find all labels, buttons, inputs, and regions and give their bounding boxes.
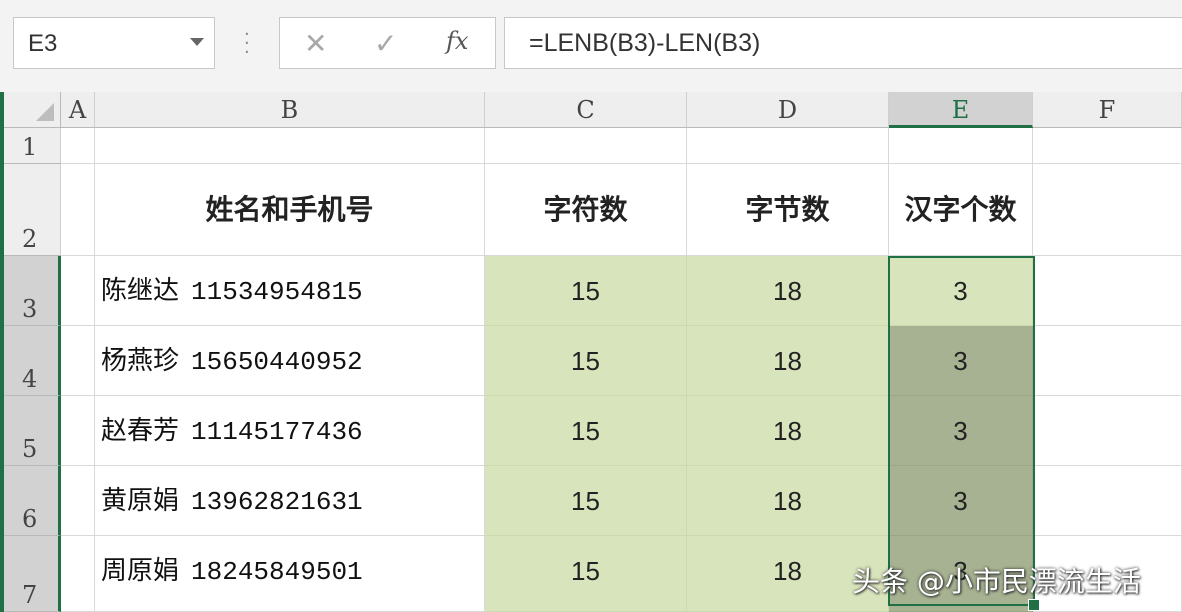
row-number: 4 xyxy=(22,365,38,393)
cell[interactable] xyxy=(95,128,485,164)
grip-icon: · · · xyxy=(244,24,250,63)
row-number: 5 xyxy=(22,435,38,463)
row-number: 3 xyxy=(22,295,38,323)
name-phone-cell[interactable]: 周原娟 18245849501 xyxy=(95,536,485,612)
header-cell-hanzi[interactable]: 汉字个数 xyxy=(889,164,1033,256)
column-header-f[interactable]: F xyxy=(1033,92,1182,128)
formula-bar: E3 · · · ✕ ✓ fx =LENB(B3)-LEN(B3) xyxy=(0,0,1182,93)
hanzi-count-cell[interactable]: 3 xyxy=(889,326,1033,396)
formula-input[interactable]: =LENB(B3)-LEN(B3) xyxy=(504,17,1182,69)
cell[interactable] xyxy=(61,326,95,396)
name-phone-cell[interactable]: 杨燕珍 15650440952 xyxy=(95,326,485,396)
select-all-icon xyxy=(36,103,54,121)
byte-count-cell[interactable]: 18 xyxy=(687,466,889,536)
hanzi-count-cell[interactable]: 3 xyxy=(889,466,1033,536)
name-phone-cell[interactable]: 黄原娟 13962821631 xyxy=(95,466,485,536)
cell[interactable] xyxy=(61,396,95,466)
name-box-value: E3 xyxy=(28,30,58,57)
byte-count-cell[interactable]: 18 xyxy=(687,256,889,326)
column-header-a[interactable]: A xyxy=(61,92,95,128)
cell[interactable] xyxy=(687,128,889,164)
spreadsheet-grid: A B C D E F 1 2 3 4 5 6 7 姓名和手机号 字符数 字节数… xyxy=(0,92,1182,612)
phone-number: 13962821631 xyxy=(191,487,363,517)
name-phone-cell[interactable]: 陈继达 11534954815 xyxy=(95,256,485,326)
name-box[interactable]: E3 xyxy=(13,17,215,69)
chevron-down-icon[interactable] xyxy=(190,38,204,46)
column-header-c[interactable]: C xyxy=(485,92,687,128)
person-name: 陈继达 xyxy=(101,276,180,306)
header-cell-bytes[interactable]: 字节数 xyxy=(687,164,889,256)
row-header-1[interactable]: 1 xyxy=(4,128,61,164)
fill-handle[interactable] xyxy=(1028,599,1040,611)
insert-function-icon[interactable]: fx xyxy=(446,27,468,55)
cell[interactable] xyxy=(61,256,95,326)
cell[interactable] xyxy=(1033,164,1182,256)
row-number: 6 xyxy=(22,505,38,533)
person-name: 周原娟 xyxy=(101,556,180,586)
name-phone-cell[interactable]: 赵春芳 11145177436 xyxy=(95,396,485,466)
cell[interactable] xyxy=(61,466,95,536)
row-header-2[interactable]: 2 xyxy=(4,164,61,256)
cell[interactable] xyxy=(1033,128,1182,164)
row-header-5[interactable]: 5 xyxy=(4,396,61,466)
row-header-6[interactable]: 6 xyxy=(4,466,61,536)
char-count-cell[interactable]: 15 xyxy=(485,256,687,326)
formula-text: =LENB(B3)-LEN(B3) xyxy=(529,29,761,57)
column-header-b[interactable]: B xyxy=(95,92,485,128)
phone-number: 11534954815 xyxy=(191,277,363,307)
cell[interactable] xyxy=(1033,396,1182,466)
cell[interactable] xyxy=(485,128,687,164)
cell[interactable] xyxy=(61,128,95,164)
person-name: 赵春芳 xyxy=(101,416,180,446)
header-cell-name-phone[interactable]: 姓名和手机号 xyxy=(95,164,485,256)
row-header-3[interactable]: 3 xyxy=(4,256,61,326)
phone-number: 15650440952 xyxy=(191,347,363,377)
cell[interactable] xyxy=(1033,326,1182,396)
select-all-button[interactable] xyxy=(4,92,61,128)
cell[interactable] xyxy=(1033,256,1182,326)
header-cell-chars[interactable]: 字符数 xyxy=(485,164,687,256)
row-number: 7 xyxy=(22,581,38,609)
char-count-cell[interactable]: 15 xyxy=(485,396,687,466)
char-count-cell[interactable]: 15 xyxy=(485,536,687,612)
row-number: 2 xyxy=(22,225,38,253)
hanzi-count-cell[interactable]: 3 xyxy=(889,396,1033,466)
char-count-cell[interactable]: 15 xyxy=(485,326,687,396)
cell[interactable] xyxy=(61,536,95,612)
phone-number: 11145177436 xyxy=(191,417,363,447)
byte-count-cell[interactable]: 18 xyxy=(687,396,889,466)
cell[interactable] xyxy=(1033,466,1182,536)
byte-count-cell[interactable]: 18 xyxy=(687,326,889,396)
cell[interactable] xyxy=(889,128,1033,164)
hanzi-count-cell-active[interactable]: 3 xyxy=(889,256,1033,326)
row-header-4[interactable]: 4 xyxy=(4,326,61,396)
column-header-d[interactable]: D xyxy=(687,92,889,128)
formula-buttons: ✕ ✓ fx xyxy=(279,17,496,69)
person-name: 杨燕珍 xyxy=(101,346,180,376)
check-icon[interactable]: ✓ xyxy=(374,27,397,60)
cell[interactable] xyxy=(61,164,95,256)
row-header-7[interactable]: 7 xyxy=(4,536,61,612)
cancel-icon[interactable]: ✕ xyxy=(304,27,327,60)
column-header-e[interactable]: E xyxy=(889,92,1033,128)
phone-number: 18245849501 xyxy=(191,557,363,587)
char-count-cell[interactable]: 15 xyxy=(485,466,687,536)
row-number: 1 xyxy=(22,133,38,161)
watermark-text: 头条 @小市民漂流生活 xyxy=(852,565,1141,598)
person-name: 黄原娟 xyxy=(101,486,180,516)
